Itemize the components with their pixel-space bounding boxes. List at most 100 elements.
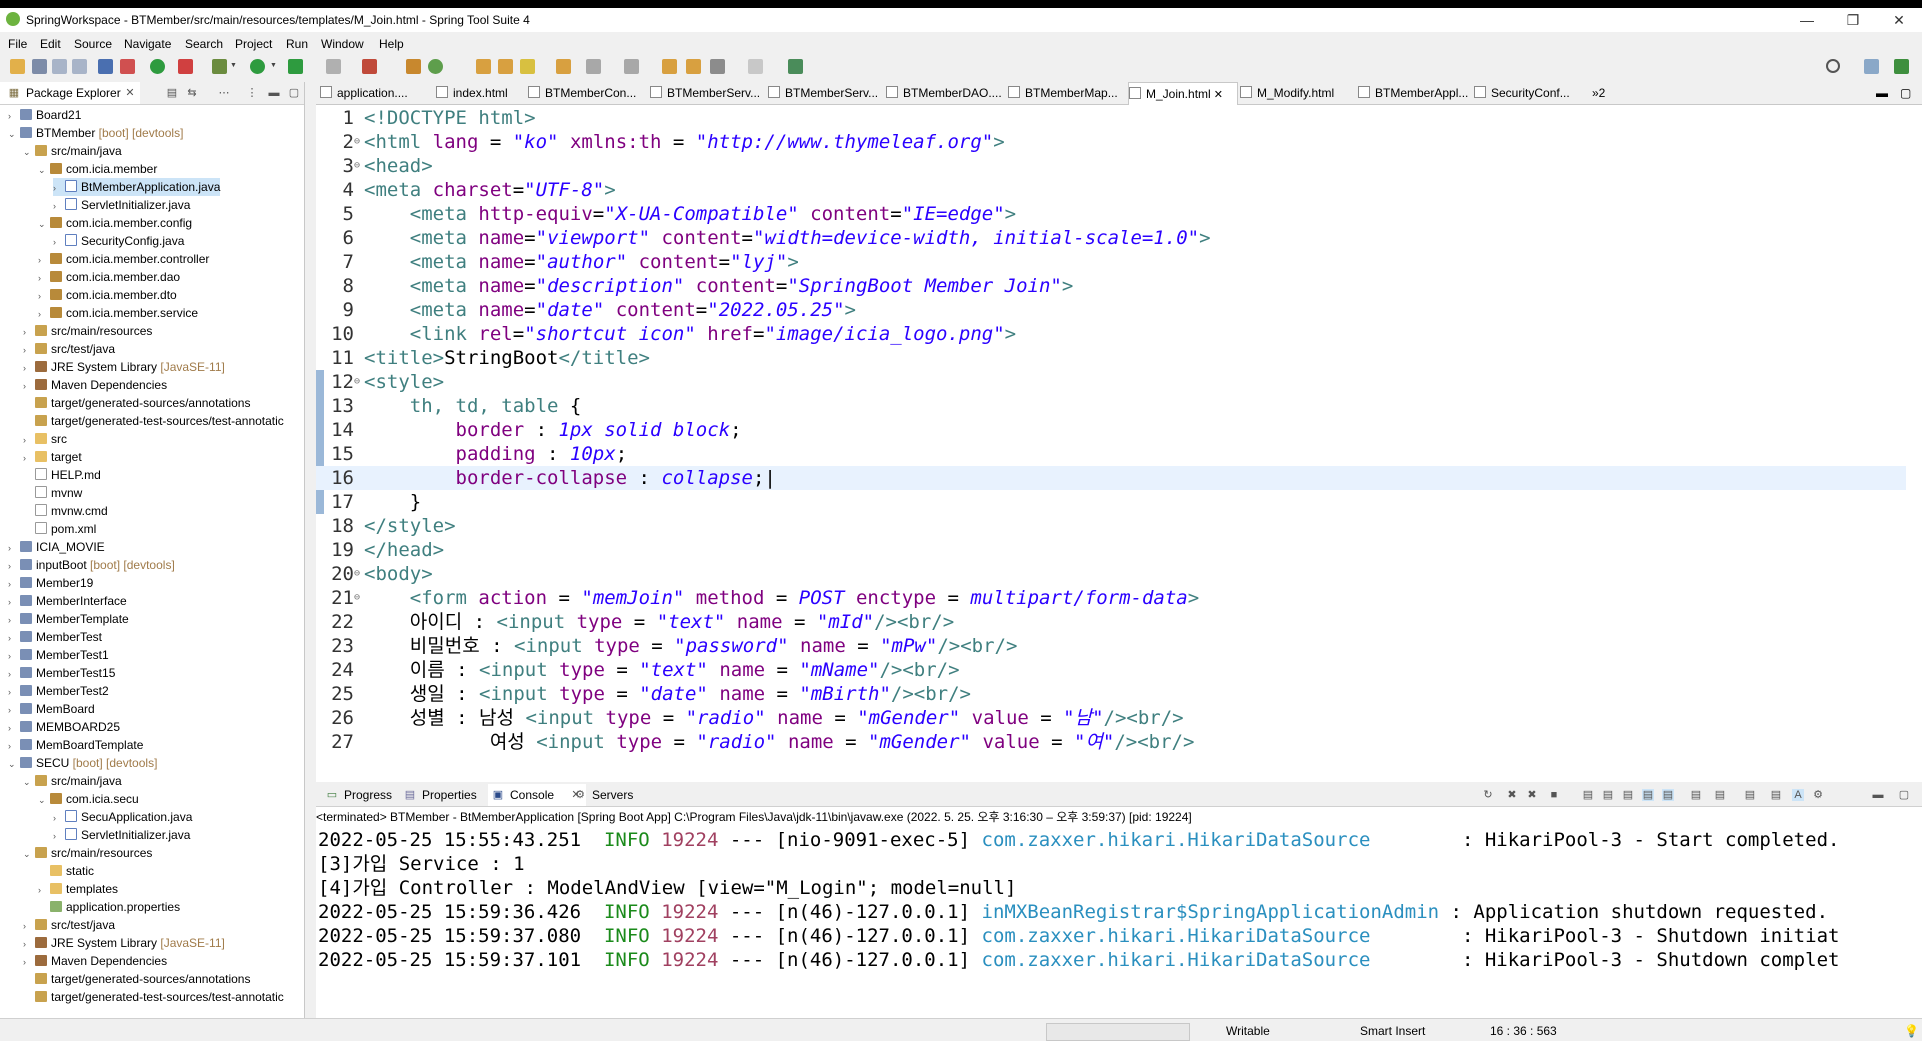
chevron-right-icon[interactable]: ›: [53, 197, 63, 215]
word-wrap-icon[interactable]: ▤: [1642, 789, 1654, 801]
chevron-right-icon[interactable]: ›: [38, 305, 48, 323]
spring-perspective-icon[interactable]: [1894, 59, 1909, 74]
editor-tab[interactable]: BTMemberMap...: [1008, 82, 1124, 104]
annotation-icon[interactable]: [556, 59, 571, 74]
show-console-icon[interactable]: ▤: [1662, 789, 1674, 801]
stop-icon[interactable]: ■: [1548, 789, 1560, 801]
chevron-right-icon[interactable]: ›: [8, 593, 18, 611]
chevron-right-icon[interactable]: ›: [23, 323, 33, 341]
menu-source[interactable]: Source: [74, 37, 112, 51]
relaunch-icon[interactable]: [178, 59, 193, 74]
tree-item[interactable]: target/generated-test-sources/test-annot…: [23, 412, 284, 430]
chevron-right-icon[interactable]: ›: [38, 881, 48, 899]
tab-progress[interactable]: ▭ Progress: [322, 784, 396, 806]
print-icon[interactable]: [72, 59, 87, 74]
chevron-right-icon[interactable]: ›: [53, 827, 63, 845]
open-type-icon[interactable]: [476, 59, 491, 74]
tree-item[interactable]: ⌄ com.icia.secu: [38, 790, 139, 808]
chevron-right-icon[interactable]: ›: [23, 431, 33, 449]
search-tool-icon[interactable]: [520, 59, 535, 74]
chevron-right-icon[interactable]: ›: [8, 647, 18, 665]
chevron-right-icon[interactable]: ›: [53, 233, 63, 251]
tree-item[interactable]: › ServletInitializer.java: [53, 196, 190, 214]
chevron-down-icon[interactable]: ⌄: [38, 215, 48, 233]
next-edit-icon[interactable]: [686, 59, 701, 74]
chevron-right-icon[interactable]: ›: [23, 935, 33, 953]
chevron-right-icon[interactable]: ›: [8, 719, 18, 737]
chevron-right-icon[interactable]: ›: [8, 575, 18, 593]
copy-icon[interactable]: ▤: [1582, 789, 1594, 801]
menu-navigate[interactable]: Navigate: [124, 37, 171, 51]
tree-item[interactable]: › JRE System Library [JavaSE-11]: [23, 358, 225, 376]
chevron-down-icon[interactable]: ⌄: [23, 773, 33, 791]
chevron-down-icon[interactable]: ⌄: [23, 143, 33, 161]
chevron-right-icon[interactable]: ›: [8, 701, 18, 719]
tree-item[interactable]: › MemberTest15: [8, 664, 115, 682]
tree-item[interactable]: › target: [23, 448, 82, 466]
tree-item[interactable]: target/generated-sources/annotations: [23, 970, 250, 988]
tree-item[interactable]: static: [38, 862, 94, 880]
minimize-view-icon[interactable]: ▬: [1872, 789, 1884, 801]
tree-item[interactable]: › Maven Dependencies: [23, 952, 167, 970]
pin-editor-icon[interactable]: [788, 59, 803, 74]
tree-item[interactable]: › ICIA_MOVIE: [8, 538, 105, 556]
chevron-right-icon[interactable]: ›: [8, 629, 18, 647]
chevron-right-icon[interactable]: ›: [23, 953, 33, 971]
next-annotation-icon[interactable]: [586, 59, 601, 74]
editor-tab[interactable]: BTMemberCon...: [528, 82, 646, 104]
paste-icon[interactable]: ▤: [1602, 789, 1614, 801]
stop-icon[interactable]: [326, 59, 341, 74]
menu-run[interactable]: Run: [286, 37, 308, 51]
tree-item[interactable]: › MemberTest2: [8, 682, 109, 700]
chevron-right-icon[interactable]: ›: [23, 377, 33, 395]
maximize-view-icon[interactable]: ▢: [1898, 789, 1910, 801]
view-menu-icon[interactable]: ⋮: [246, 87, 258, 99]
chevron-right-icon[interactable]: ›: [23, 917, 33, 935]
tree-item[interactable]: › com.icia.member.dao: [38, 268, 180, 286]
tree-item[interactable]: ⌄ SECU [boot] [devtools]: [8, 754, 157, 772]
tree-item[interactable]: › inputBoot [boot] [devtools]: [8, 556, 175, 574]
fold-toggle-icon[interactable]: ⊖: [354, 130, 364, 154]
open-task-icon[interactable]: [498, 59, 513, 74]
filters-icon[interactable]: ⋯: [218, 87, 230, 99]
chevron-right-icon[interactable]: ›: [23, 449, 33, 467]
chevron-down-icon[interactable]: ⌄: [8, 125, 18, 143]
link-editor-icon[interactable]: ⇆: [186, 87, 198, 99]
tree-item[interactable]: target/generated-test-sources/test-annot…: [23, 988, 284, 1006]
tree-item[interactable]: › com.icia.member.service: [38, 304, 198, 322]
external-tools-icon[interactable]: [362, 59, 377, 74]
chevron-right-icon[interactable]: ›: [8, 611, 18, 629]
maximize-editor-icon[interactable]: ▢: [1900, 82, 1911, 104]
editor-tab[interactable]: BTMemberServ...: [650, 82, 764, 104]
chevron-down-icon[interactable]: ▼: [270, 62, 277, 69]
new-project-icon[interactable]: [406, 59, 421, 74]
prev-annotation-icon[interactable]: [624, 59, 639, 74]
chevron-right-icon[interactable]: ›: [38, 269, 48, 287]
tree-item[interactable]: mvnw: [23, 484, 82, 502]
fold-toggle-icon[interactable]: ⊖: [354, 370, 364, 394]
tree-item[interactable]: › src/test/java: [23, 340, 115, 358]
gear-icon[interactable]: ⚙: [1812, 789, 1824, 801]
editor-tab[interactable]: M_Modify.html: [1240, 82, 1354, 104]
tip-icon[interactable]: 💡: [1904, 1023, 1919, 1039]
tree-item[interactable]: › com.icia.member.controller: [38, 250, 209, 268]
tree-item[interactable]: › src/main/resources: [23, 322, 152, 340]
search-icon[interactable]: [1826, 59, 1840, 73]
editor-tab[interactable]: SecurityConf...: [1474, 82, 1584, 104]
tree-item[interactable]: ⌄ com.icia.member.config: [38, 214, 192, 232]
close-button[interactable]: ✕: [1876, 8, 1922, 32]
tree-item[interactable]: › src/test/java: [23, 916, 115, 934]
editor-tab[interactable]: application....: [320, 82, 432, 104]
console-settings-icon[interactable]: ▤: [1770, 789, 1782, 801]
tab-overflow-button[interactable]: »2: [1592, 82, 1605, 104]
tree-item[interactable]: › com.icia.member.dto: [38, 286, 177, 304]
tree-item[interactable]: › BtMemberApplication.java: [53, 178, 221, 196]
tree-item[interactable]: › MemberTemplate: [8, 610, 129, 628]
tree-item[interactable]: › SecuApplication.java: [53, 808, 192, 826]
spring-boot-icon[interactable]: [150, 59, 165, 74]
skip-breakpoints-icon[interactable]: [120, 59, 135, 74]
tree-item[interactable]: › SecurityConfig.java: [53, 232, 184, 250]
fold-toggle-icon[interactable]: ⊖: [354, 154, 364, 178]
fold-toggle-icon[interactable]: ⊖: [354, 586, 364, 610]
language-icon[interactable]: A: [1792, 789, 1804, 801]
